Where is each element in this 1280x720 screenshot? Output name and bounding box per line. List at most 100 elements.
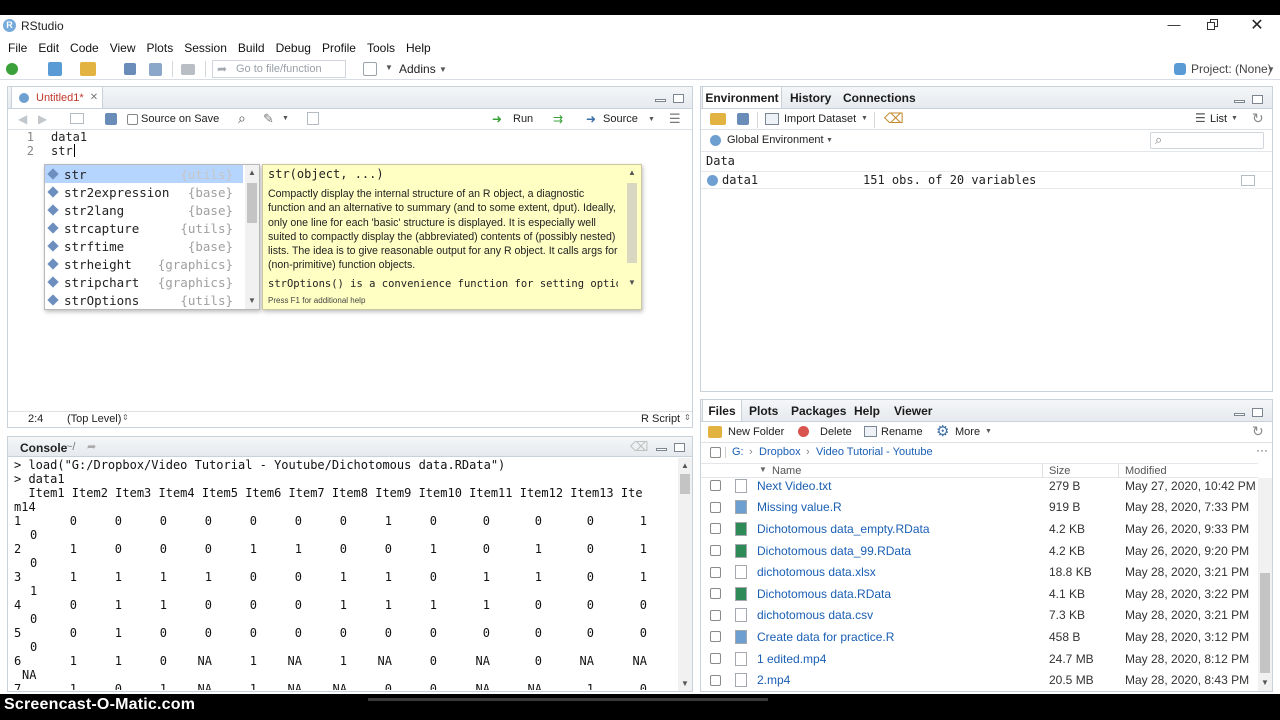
completion-item[interactable]: strOptions {utils} bbox=[45, 291, 243, 309]
back-arrow-icon[interactable]: ◀ bbox=[18, 112, 27, 126]
completion-item-str[interactable]: str {utils} bbox=[45, 165, 243, 183]
close-window-button[interactable]: ✕ bbox=[1249, 15, 1265, 34]
import-dataset-button[interactable]: Import Dataset bbox=[784, 113, 856, 125]
file-row[interactable]: 1 edited.mp4 24.7 MB May 28, 2020, 8:12 PM bbox=[701, 648, 1257, 670]
open-file-icon[interactable] bbox=[80, 62, 96, 76]
menu-help[interactable]: Help bbox=[406, 41, 439, 55]
environment-scope-selector[interactable]: Global Environment bbox=[727, 134, 824, 146]
menu-plots[interactable]: Plots bbox=[147, 41, 182, 55]
menu-code[interactable]: Code bbox=[70, 41, 107, 55]
file-name-link[interactable]: Dichotomous data_99.RData bbox=[757, 544, 911, 558]
file-name-link[interactable]: 1 edited.mp4 bbox=[757, 652, 826, 666]
file-checkbox[interactable] bbox=[710, 523, 721, 535]
maximize-pane-button[interactable] bbox=[674, 443, 685, 452]
autocomplete-scrollbar[interactable]: ▲ ▼ bbox=[245, 165, 259, 309]
column-header-size[interactable]: Size bbox=[1049, 465, 1070, 477]
expand-object-icon[interactable] bbox=[707, 175, 718, 186]
more-options-icon[interactable]: ··· bbox=[1256, 443, 1268, 457]
column-header-modified[interactable]: Modified bbox=[1125, 465, 1167, 477]
file-type-selector[interactable]: R Script bbox=[641, 413, 680, 425]
completion-item[interactable]: str2lang {base} bbox=[45, 201, 243, 219]
print-icon[interactable] bbox=[181, 64, 195, 75]
tab-packages[interactable]: Packages bbox=[791, 400, 846, 421]
file-checkbox[interactable] bbox=[710, 609, 721, 621]
completion-item[interactable]: stripchart {graphics} bbox=[45, 273, 243, 291]
maximize-window-button[interactable] bbox=[1206, 18, 1220, 32]
column-header-name[interactable]: Name bbox=[772, 465, 801, 477]
save-icon[interactable] bbox=[124, 63, 136, 75]
tab-files[interactable]: Files bbox=[702, 400, 742, 421]
save-workspace-icon[interactable] bbox=[737, 113, 749, 125]
refresh-icon[interactable]: ↻ bbox=[1252, 423, 1264, 440]
file-name-link[interactable]: Create data for practice.R bbox=[757, 630, 894, 644]
file-name-link[interactable]: 2.mp4 bbox=[757, 673, 790, 687]
file-name-link[interactable]: Dichotomous data.RData bbox=[757, 587, 891, 601]
load-workspace-icon[interactable] bbox=[710, 113, 726, 125]
file-name-link[interactable]: Missing value.R bbox=[757, 500, 842, 514]
menu-build[interactable]: Build bbox=[238, 41, 273, 55]
save-all-icon[interactable] bbox=[149, 63, 162, 76]
menu-edit[interactable]: Edit bbox=[38, 41, 67, 55]
minimize-pane-button[interactable] bbox=[1234, 413, 1245, 416]
project-menu[interactable]: Project: (None) bbox=[1191, 62, 1272, 76]
file-row[interactable]: 2.mp4 20.5 MB May 28, 2020, 8:43 PM bbox=[701, 669, 1257, 691]
minimize-pane-button[interactable] bbox=[656, 448, 667, 451]
completion-item[interactable]: str2expression {base} bbox=[45, 183, 243, 201]
tab-connections[interactable]: Connections bbox=[843, 87, 916, 108]
source-on-save-checkbox[interactable] bbox=[127, 114, 138, 125]
forward-arrow-icon[interactable]: ▶ bbox=[38, 112, 47, 126]
file-name-link[interactable]: dichotomous data.xlsx bbox=[757, 565, 876, 579]
file-name-link[interactable]: dichotomous data.csv bbox=[757, 608, 873, 622]
file-row[interactable]: Dichotomous data_empty.RData 4.2 KB May 26… bbox=[701, 518, 1257, 540]
tab-plots[interactable]: Plots bbox=[749, 400, 778, 421]
close-tab-icon[interactable]: ✕ bbox=[90, 92, 98, 103]
refresh-icon[interactable]: ↻ bbox=[1252, 110, 1264, 127]
help-scrollbar[interactable]: ▲ ▼ bbox=[625, 165, 639, 291]
addins-button[interactable]: Addins bbox=[399, 62, 436, 76]
source-button[interactable]: Source bbox=[603, 113, 638, 125]
menu-file[interactable]: File bbox=[8, 41, 35, 55]
file-row[interactable]: Dichotomous data.RData 4.1 KB May 28, 2020… bbox=[701, 583, 1257, 605]
completion-item[interactable]: strheight {graphics} bbox=[45, 255, 243, 273]
menu-debug[interactable]: Debug bbox=[276, 41, 319, 55]
menu-view[interactable]: View bbox=[110, 41, 144, 55]
file-checkbox[interactable] bbox=[710, 588, 721, 600]
file-checkbox[interactable] bbox=[710, 653, 721, 665]
file-row[interactable]: dichotomous data.xlsx 18.8 KB May 28, 2020… bbox=[701, 561, 1257, 583]
go-to-directory-icon[interactable]: ➦ bbox=[87, 440, 96, 453]
view-data-grid-icon[interactable] bbox=[1241, 175, 1255, 186]
file-row[interactable]: Next Video.txt 279 B May 27, 2020, 10:42 P… bbox=[701, 478, 1257, 497]
file-row[interactable]: Dichotomous data_99.RData 4.2 KB May 26, 2… bbox=[701, 540, 1257, 562]
new-project-icon[interactable] bbox=[48, 62, 62, 76]
more-button[interactable]: More bbox=[955, 426, 980, 438]
maximize-pane-button[interactable] bbox=[673, 94, 684, 103]
view-mode-selector[interactable]: List bbox=[1210, 113, 1227, 125]
rename-button[interactable]: Rename bbox=[881, 426, 923, 438]
minimize-pane-button[interactable] bbox=[655, 99, 666, 102]
search-icon[interactable]: ⌕ bbox=[238, 110, 246, 127]
magic-wand-icon[interactable]: ✎ bbox=[263, 111, 274, 127]
new-file-icon[interactable] bbox=[6, 63, 18, 75]
tab-environment[interactable]: Environment bbox=[702, 87, 782, 108]
maximize-pane-button[interactable] bbox=[1252, 408, 1263, 417]
file-checkbox[interactable] bbox=[710, 545, 721, 557]
compile-report-icon[interactable] bbox=[307, 112, 319, 125]
file-checkbox[interactable] bbox=[710, 501, 721, 513]
menu-profile[interactable]: Profile bbox=[322, 41, 364, 55]
completion-item[interactable]: strftime {base} bbox=[45, 237, 243, 255]
file-name-link[interactable]: Next Video.txt bbox=[757, 479, 831, 493]
files-scrollbar[interactable]: ▼ bbox=[1258, 478, 1272, 691]
grid-layout-icon[interactable] bbox=[363, 62, 377, 76]
menu-session[interactable]: Session bbox=[184, 41, 235, 55]
console-scrollbar[interactable]: ▲ ▼ bbox=[678, 458, 692, 691]
scope-selector[interactable]: (Top Level) bbox=[67, 413, 121, 425]
clear-console-icon[interactable]: ⌫ bbox=[630, 439, 648, 455]
maximize-pane-button[interactable] bbox=[1252, 95, 1263, 104]
run-button[interactable]: Run bbox=[513, 113, 533, 125]
console-output[interactable]: > load("G:/Dropbox/Video Tutorial - Yout… bbox=[14, 458, 678, 690]
save-icon[interactable] bbox=[105, 113, 117, 125]
minimize-pane-button[interactable] bbox=[1234, 100, 1245, 103]
completion-item[interactable]: strcapture {utils} bbox=[45, 219, 243, 237]
breadcrumb-dropbox[interactable]: Dropbox bbox=[759, 446, 801, 458]
document-outline-icon[interactable]: ☰ bbox=[669, 111, 681, 127]
